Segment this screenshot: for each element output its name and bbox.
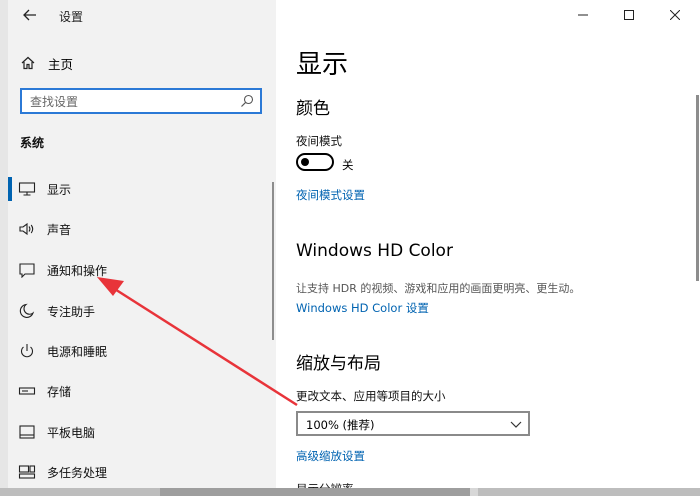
- sidebar-item-power[interactable]: 电源和睡眠: [8, 331, 268, 371]
- chevron-down-icon: [510, 421, 522, 428]
- settings-window: 设置 主页 系统 显示: [8, 0, 700, 490]
- sidebar-item-label: 多任务处理: [47, 466, 108, 480]
- back-arrow-icon: [23, 9, 36, 21]
- moon-icon: [19, 303, 35, 318]
- back-button[interactable]: [18, 4, 42, 26]
- sidebar-item-label: 平板电脑: [47, 426, 96, 440]
- tablet-icon: [19, 425, 35, 439]
- storage-icon: [18, 387, 36, 395]
- toggle-knob: [301, 158, 309, 166]
- sidebar-item-label: 显示: [47, 183, 72, 197]
- search-box[interactable]: [20, 88, 262, 114]
- maximize-button[interactable]: [606, 0, 652, 30]
- section-label-system: 系统: [20, 136, 45, 150]
- hdr-settings-link[interactable]: Windows HD Color 设置: [296, 300, 429, 316]
- size-label: 更改文本、应用等项目的大小: [296, 389, 446, 403]
- monitor-icon: [18, 182, 36, 196]
- notification-icon: [19, 263, 35, 278]
- night-mode-state: 关: [342, 158, 354, 172]
- night-mode-toggle[interactable]: [296, 153, 334, 171]
- title-bar: 设置: [8, 0, 276, 32]
- section-heading-hdr: Windows HD Color: [296, 241, 453, 261]
- close-icon: [670, 10, 680, 20]
- content-scrollbar[interactable]: [696, 95, 699, 281]
- taskbar-segment: [470, 488, 478, 496]
- desktop-taskbar-strip: [0, 488, 700, 496]
- night-mode-label: 夜间模式: [296, 134, 342, 148]
- sidebar-item-label: 电源和睡眠: [47, 345, 108, 359]
- sidebar-item-label: 主页: [48, 57, 74, 72]
- content-pane: 显示 颜色 夜间模式 关 夜间模式设置 Windows HD Color 让支持…: [276, 0, 700, 490]
- search-icon[interactable]: [240, 94, 254, 108]
- sidebar-item-sound[interactable]: 声音: [8, 209, 268, 249]
- sidebar-item-label: 存储: [47, 385, 72, 399]
- home-icon: [21, 56, 35, 70]
- hdr-description: 让支持 HDR 的视频、游戏和应用的画面更明亮、更生动。: [296, 282, 581, 295]
- minimize-button[interactable]: [560, 0, 606, 30]
- sidebar-item-label: 声音: [47, 223, 72, 237]
- search-input[interactable]: [30, 93, 230, 110]
- sidebar-item-storage[interactable]: 存储: [8, 371, 268, 411]
- advanced-scaling-link[interactable]: 高级缩放设置: [296, 448, 365, 464]
- section-heading-scale: 缩放与布局: [296, 354, 381, 374]
- power-icon: [21, 344, 33, 358]
- night-mode-settings-link[interactable]: 夜间模式设置: [296, 187, 365, 203]
- close-button[interactable]: [652, 0, 698, 30]
- scale-select-value: 100% (推荐): [306, 418, 375, 432]
- sidebar: 设置 主页 系统 显示: [8, 0, 276, 490]
- maximize-icon: [624, 10, 634, 20]
- speaker-icon: [19, 222, 34, 236]
- sidebar-item-label: 通知和操作: [47, 264, 108, 278]
- window-title: 设置: [59, 10, 84, 24]
- sidebar-item-label: 专注助手: [47, 305, 96, 319]
- sidebar-item-notifications[interactable]: 通知和操作: [8, 250, 268, 290]
- sidebar-item-display[interactable]: 显示: [8, 169, 268, 209]
- window-controls: [560, 0, 700, 32]
- sidebar-item-tablet[interactable]: 平板电脑: [8, 412, 268, 452]
- page-title: 显示: [296, 50, 349, 80]
- desktop-background-left: [0, 0, 8, 496]
- sidebar-item-multitasking[interactable]: 多任务处理: [8, 452, 268, 490]
- minimize-icon: [578, 14, 588, 16]
- sidebar-item-focus-assist[interactable]: 专注助手: [8, 291, 268, 331]
- section-heading-color: 颜色: [296, 99, 330, 119]
- sidebar-item-home[interactable]: 主页: [8, 50, 276, 74]
- scale-select[interactable]: 100% (推荐): [296, 411, 530, 436]
- multitask-icon: [18, 465, 36, 479]
- taskbar-segment: [160, 488, 470, 496]
- sidebar-scrollbar[interactable]: [272, 182, 274, 340]
